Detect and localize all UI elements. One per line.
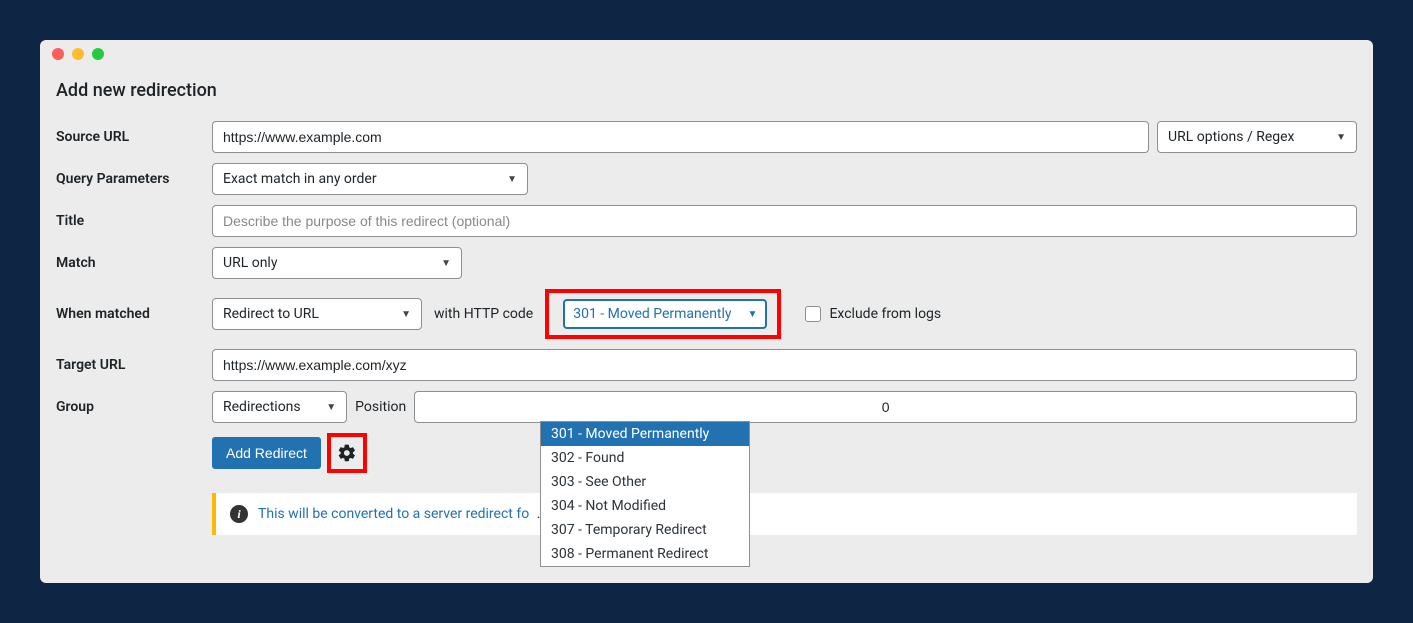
http-code-value: 301 - Moved Permanently — [573, 306, 731, 322]
close-icon[interactable] — [52, 48, 64, 60]
when-matched-value: Redirect to URL — [223, 306, 319, 322]
http-code-highlight: 301 - Moved Permanently ▼ — [545, 289, 781, 339]
chevron-down-icon: ▼ — [748, 309, 758, 320]
query-params-select[interactable]: Exact match in any order ▼ — [212, 163, 528, 195]
position-input[interactable] — [414, 391, 1357, 423]
page-title: Add new redirection — [56, 80, 1357, 101]
http-code-option[interactable]: 303 - See Other — [541, 470, 749, 494]
http-code-option[interactable]: 308 - Permanent Redirect — [541, 542, 749, 566]
label-when-matched: When matched — [56, 306, 212, 322]
exclude-from-logs-wrap: Exclude from logs — [805, 306, 941, 322]
http-code-select[interactable]: 301 - Moved Permanently ▼ — [563, 299, 767, 329]
url-options-label: URL options / Regex — [1168, 129, 1295, 145]
row-when-matched: When matched Redirect to URL ▼ with HTTP… — [56, 289, 1357, 339]
gear-highlight — [327, 433, 367, 473]
chevron-down-icon: ▼ — [401, 309, 411, 320]
app-window: Add new redirection Source URL URL optio… — [40, 40, 1373, 583]
notice-link[interactable]: This will be converted to a server redir… — [258, 506, 529, 522]
http-code-dropdown[interactable]: 301 - Moved Permanently302 - Found303 - … — [540, 421, 750, 567]
label-title: Title — [56, 213, 212, 229]
row-query-params: Query Parameters Exact match in any orde… — [56, 163, 1357, 195]
match-select[interactable]: URL only ▼ — [212, 247, 462, 279]
row-title: Title — [56, 205, 1357, 237]
target-url-input[interactable] — [212, 349, 1357, 381]
query-params-value: Exact match in any order — [223, 171, 377, 187]
notice: i This will be converted to a server red… — [212, 493, 1357, 535]
row-match: Match URL only ▼ — [56, 247, 1357, 279]
add-redirect-button[interactable]: Add Redirect — [212, 437, 321, 469]
exclude-from-logs-checkbox[interactable] — [805, 306, 821, 322]
label-query-params: Query Parameters — [56, 171, 212, 187]
url-options-select[interactable]: URL options / Regex ▼ — [1157, 121, 1357, 153]
label-match: Match — [56, 255, 212, 271]
window-titlebar — [40, 40, 1373, 68]
minimize-icon[interactable] — [72, 48, 84, 60]
title-input[interactable] — [212, 205, 1357, 237]
chevron-down-icon: ▼ — [326, 402, 336, 413]
chevron-down-icon: ▼ — [1336, 132, 1346, 143]
http-code-option[interactable]: 307 - Temporary Redirect — [541, 518, 749, 542]
label-target-url: Target URL — [56, 357, 212, 373]
row-target-url: Target URL — [56, 349, 1357, 381]
form-container: Add new redirection Source URL URL optio… — [40, 68, 1373, 559]
http-code-option[interactable]: 302 - Found — [541, 446, 749, 470]
info-icon: i — [230, 505, 248, 523]
source-url-input[interactable] — [212, 121, 1149, 153]
with-http-code-label: with HTTP code — [434, 306, 533, 322]
http-code-option[interactable]: 301 - Moved Permanently — [541, 422, 749, 446]
exclude-from-logs-label: Exclude from logs — [829, 306, 941, 322]
maximize-icon[interactable] — [92, 48, 104, 60]
group-select[interactable]: Redirections ▼ — [212, 391, 347, 423]
group-value: Redirections — [223, 399, 301, 415]
label-source-url: Source URL — [56, 129, 212, 145]
label-position: Position — [355, 399, 406, 415]
chevron-down-icon: ▼ — [507, 174, 517, 185]
actions-row: Add Redirect 301 - Moved Permanently302 … — [212, 433, 1357, 473]
http-code-option[interactable]: 304 - Not Modified — [541, 494, 749, 518]
row-group: Group Redirections ▼ Position — [56, 391, 1357, 423]
row-source-url: Source URL URL options / Regex ▼ — [56, 121, 1357, 153]
match-value: URL only — [223, 255, 277, 271]
when-matched-select[interactable]: Redirect to URL ▼ — [212, 298, 422, 330]
label-group: Group — [56, 399, 212, 415]
gear-icon[interactable] — [337, 443, 357, 463]
chevron-down-icon: ▼ — [441, 258, 451, 269]
